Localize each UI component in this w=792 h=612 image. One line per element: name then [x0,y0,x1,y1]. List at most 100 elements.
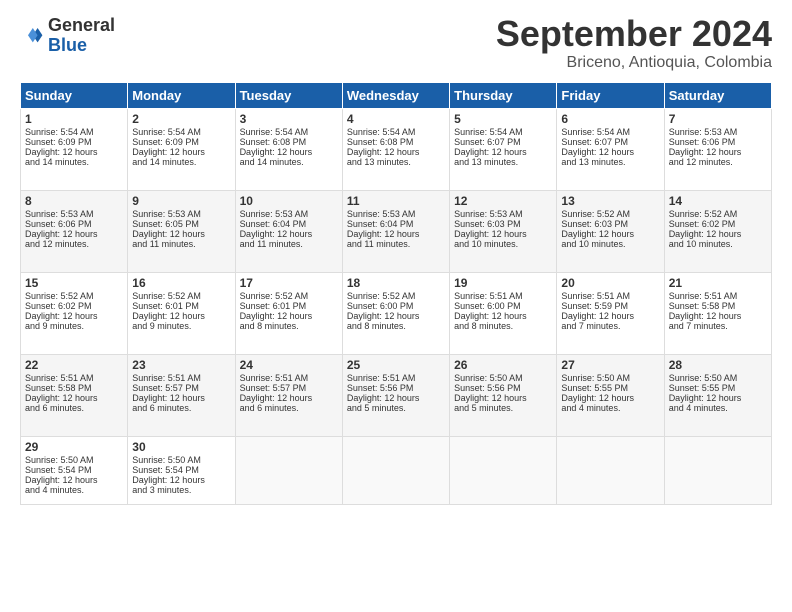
day-info-line: and 4 minutes. [25,485,123,495]
calendar-cell: 16Sunrise: 5:52 AMSunset: 6:01 PMDayligh… [128,273,235,355]
day-info-line: and 7 minutes. [561,321,659,331]
day-info-line: and 8 minutes. [347,321,445,331]
day-info-line: Sunrise: 5:53 AM [454,209,552,219]
day-info-line: Sunset: 5:58 PM [25,383,123,393]
day-number: 2 [132,112,230,126]
weekday-header-tuesday: Tuesday [235,83,342,109]
logo-text: General Blue [48,16,115,56]
day-info-line: and 7 minutes. [669,321,767,331]
weekday-header-sunday: Sunday [21,83,128,109]
day-info-line: Sunrise: 5:53 AM [25,209,123,219]
day-info-line: Sunrise: 5:53 AM [132,209,230,219]
calendar-cell [450,437,557,505]
calendar-cell [664,437,771,505]
day-info-line: and 6 minutes. [132,403,230,413]
day-number: 9 [132,194,230,208]
day-info-line: Daylight: 12 hours [240,147,338,157]
day-info-line: Sunrise: 5:54 AM [240,127,338,137]
day-number: 27 [561,358,659,372]
day-info-line: Sunrise: 5:54 AM [347,127,445,137]
day-info-line: Daylight: 12 hours [347,393,445,403]
day-info-line: Sunset: 6:00 PM [347,301,445,311]
day-info-line: Sunrise: 5:50 AM [454,373,552,383]
day-info-line: Sunset: 6:01 PM [240,301,338,311]
weekday-header-thursday: Thursday [450,83,557,109]
day-number: 19 [454,276,552,290]
day-info-line: Sunset: 5:56 PM [347,383,445,393]
day-info-line: and 14 minutes. [25,157,123,167]
day-info-line: Daylight: 12 hours [347,147,445,157]
day-info-line: Sunset: 5:59 PM [561,301,659,311]
day-info-line: Sunset: 6:02 PM [25,301,123,311]
day-info-line: Daylight: 12 hours [669,393,767,403]
weekday-header-wednesday: Wednesday [342,83,449,109]
day-number: 21 [669,276,767,290]
day-info-line: Sunrise: 5:54 AM [25,127,123,137]
calendar-cell: 8Sunrise: 5:53 AMSunset: 6:06 PMDaylight… [21,191,128,273]
day-number: 24 [240,358,338,372]
day-info-line: Daylight: 12 hours [132,475,230,485]
day-number: 17 [240,276,338,290]
day-info-line: Sunrise: 5:51 AM [561,291,659,301]
day-info-line: Sunset: 6:06 PM [25,219,123,229]
day-number: 29 [25,440,123,454]
day-number: 11 [347,194,445,208]
page-header: General Blue September 2024 Briceno, Ant… [20,16,772,72]
calendar-cell: 1Sunrise: 5:54 AMSunset: 6:09 PMDaylight… [21,109,128,191]
day-info-line: Daylight: 12 hours [25,475,123,485]
day-info-line: Daylight: 12 hours [240,311,338,321]
day-info-line: and 10 minutes. [561,239,659,249]
day-info-line: Daylight: 12 hours [669,147,767,157]
calendar-cell: 28Sunrise: 5:50 AMSunset: 5:55 PMDayligh… [664,355,771,437]
calendar-cell: 20Sunrise: 5:51 AMSunset: 5:59 PMDayligh… [557,273,664,355]
calendar-cell: 27Sunrise: 5:50 AMSunset: 5:55 PMDayligh… [557,355,664,437]
day-info-line: and 5 minutes. [454,403,552,413]
calendar-cell: 9Sunrise: 5:53 AMSunset: 6:05 PMDaylight… [128,191,235,273]
day-info-line: Sunrise: 5:52 AM [240,291,338,301]
day-info-line: Sunset: 6:04 PM [240,219,338,229]
day-number: 18 [347,276,445,290]
day-number: 13 [561,194,659,208]
day-info-line: Sunrise: 5:52 AM [25,291,123,301]
day-info-line: Sunset: 6:02 PM [669,219,767,229]
day-info-line: Daylight: 12 hours [347,229,445,239]
day-info-line: Daylight: 12 hours [561,147,659,157]
day-info-line: and 8 minutes. [454,321,552,331]
day-info-line: and 5 minutes. [347,403,445,413]
day-info-line: Daylight: 12 hours [561,311,659,321]
calendar-cell: 12Sunrise: 5:53 AMSunset: 6:03 PMDayligh… [450,191,557,273]
day-number: 15 [25,276,123,290]
day-info-line: Daylight: 12 hours [25,393,123,403]
day-number: 6 [561,112,659,126]
day-info-line: and 11 minutes. [132,239,230,249]
calendar-cell: 13Sunrise: 5:52 AMSunset: 6:03 PMDayligh… [557,191,664,273]
calendar-cell: 24Sunrise: 5:51 AMSunset: 5:57 PMDayligh… [235,355,342,437]
calendar-cell: 29Sunrise: 5:50 AMSunset: 5:54 PMDayligh… [21,437,128,505]
day-info-line: Sunrise: 5:50 AM [25,455,123,465]
day-info-line: Sunrise: 5:51 AM [132,373,230,383]
day-info-line: Sunset: 5:57 PM [132,383,230,393]
calendar-cell: 21Sunrise: 5:51 AMSunset: 5:58 PMDayligh… [664,273,771,355]
day-info-line: Daylight: 12 hours [132,147,230,157]
day-info-line: Sunrise: 5:51 AM [25,373,123,383]
day-info-line: Sunset: 5:56 PM [454,383,552,393]
day-info-line: and 10 minutes. [454,239,552,249]
day-info-line: Sunrise: 5:51 AM [240,373,338,383]
day-info-line: Daylight: 12 hours [132,311,230,321]
weekday-header-monday: Monday [128,83,235,109]
day-number: 14 [669,194,767,208]
day-info-line: Sunrise: 5:54 AM [132,127,230,137]
day-number: 12 [454,194,552,208]
calendar-cell [235,437,342,505]
day-number: 23 [132,358,230,372]
day-info-line: Sunset: 6:09 PM [132,137,230,147]
day-info-line: Daylight: 12 hours [454,229,552,239]
day-info-line: and 11 minutes. [240,239,338,249]
title-block: September 2024 Briceno, Antioquia, Colom… [496,16,772,72]
day-info-line: and 13 minutes. [561,157,659,167]
calendar-cell: 15Sunrise: 5:52 AMSunset: 6:02 PMDayligh… [21,273,128,355]
day-info-line: Sunset: 6:08 PM [240,137,338,147]
logo-icon [20,24,44,48]
day-number: 5 [454,112,552,126]
day-info-line: Daylight: 12 hours [25,229,123,239]
